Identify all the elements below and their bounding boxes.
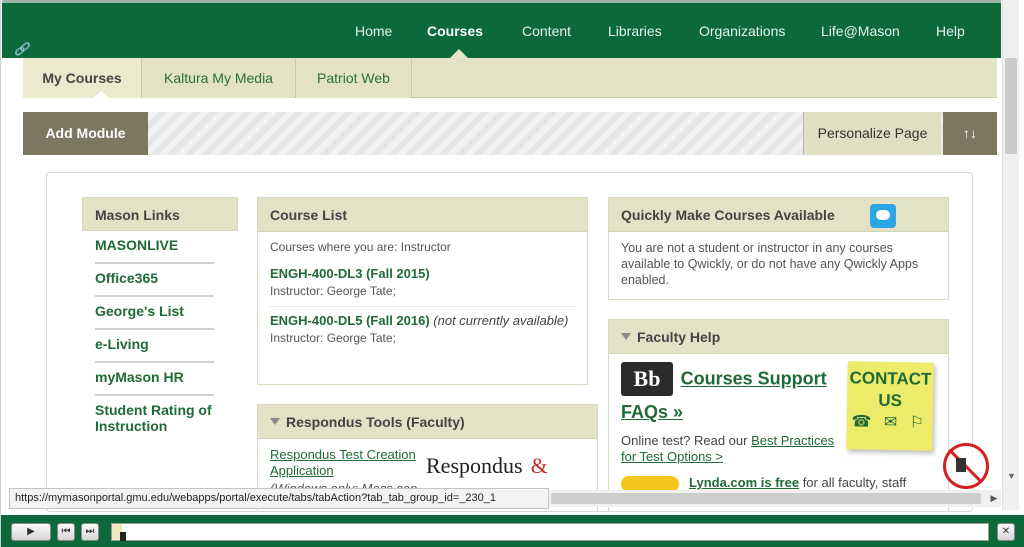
mute-icon[interactable]	[943, 443, 989, 489]
link-e-living[interactable]: e-Living	[95, 330, 214, 363]
previous-button[interactable]: ⏮	[57, 523, 75, 541]
course-list-body: Courses where you are: Instructor ENGH-4…	[258, 232, 587, 353]
instructor-name: George Tate;	[326, 331, 396, 345]
active-tab-caret	[93, 91, 109, 98]
respondus-link-wrap: Respondus Test Creation Application	[270, 447, 420, 479]
tab-label: My Courses	[42, 70, 122, 86]
nav-libraries[interactable]: Libraries	[608, 23, 662, 39]
horizontal-scrollbar[interactable]: ▶	[549, 490, 1001, 507]
link-student-rating[interactable]: Student Rating of Instruction	[95, 396, 214, 443]
course-instructor: Instructor: George Tate;	[270, 284, 575, 298]
module-title: Mason Links	[82, 197, 238, 231]
scroll-right-icon[interactable]: ▶	[987, 490, 1001, 507]
browser-frame: 🔗 Home Courses Content Libraries Organiz…	[0, 0, 1024, 547]
nav-organizations[interactable]: Organizations	[699, 23, 785, 39]
link-masonlive[interactable]: MASONLIVE	[95, 231, 214, 264]
tab-patriot-web[interactable]: Patriot Web	[296, 58, 412, 98]
nav-content[interactable]: Content	[522, 23, 571, 39]
qwickly-message: You are not a student or instructor in a…	[621, 241, 919, 287]
timeline-scrubber[interactable]	[111, 523, 989, 541]
instructor-name: George Tate;	[326, 284, 396, 298]
add-module-button[interactable]: Add Module	[23, 112, 148, 155]
link-office365[interactable]: Office365	[95, 264, 214, 297]
course-name[interactable]: ENGH-400-DL3 (Fall 2015)	[270, 266, 430, 281]
instructor-label: Instructor:	[270, 284, 324, 298]
contact-line-1: CONTACT	[849, 368, 932, 389]
module-toolbar: Add Module Personalize Page ↑↓	[23, 112, 997, 155]
faculty-help-body: Bb Courses Support FAQs » CONTACT US ☎ ✉…	[609, 354, 948, 500]
respondus-logo-amp: &	[530, 453, 548, 478]
nav-life-at-mason[interactable]: Life@Mason	[821, 23, 900, 39]
module-title: Course List	[258, 198, 587, 232]
tab-my-courses[interactable]: My Courses	[23, 58, 142, 98]
module-title[interactable]: Respondus Tools (Faculty)	[258, 405, 597, 439]
course-list-module: Course List Courses where you are: Instr…	[257, 197, 588, 385]
nav-home[interactable]: Home	[355, 23, 392, 39]
qwickly-module: Quickly Make Courses Available You are n…	[608, 197, 949, 300]
nav-help[interactable]: Help	[936, 23, 965, 39]
status-bar-url: https://mymasonportal.gmu.edu/webapps/po…	[9, 488, 549, 509]
tab-label: Kaltura My Media	[164, 70, 273, 86]
module-title-text: Quickly Make Courses Available	[621, 207, 835, 223]
module-title-text: Respondus Tools (Faculty)	[286, 414, 465, 430]
speaker-icon	[956, 458, 966, 472]
vertical-scrollbar[interactable]: ▼	[1002, 0, 1019, 510]
modules-container: Mason Links MASONLIVE Office365 George's…	[46, 172, 973, 512]
respondus-logo: Respondus &	[426, 453, 548, 479]
courses-support-link[interactable]: Courses Support	[681, 369, 827, 389]
lynda-link[interactable]: Lynda.com is free	[689, 475, 799, 490]
contact-us-note[interactable]: CONTACT US ☎ ✉ ⚐	[846, 361, 934, 451]
link-mymason-hr[interactable]: myMason HR	[95, 363, 214, 396]
lynda-rest: for all faculty, staff	[802, 475, 907, 490]
module-title: Quickly Make Courses Available	[609, 198, 948, 232]
course-availability-note: (not currently available)	[433, 313, 569, 328]
scrollbar-thumb[interactable]	[1005, 58, 1017, 154]
faculty-help-module: Faculty Help Bb Courses Support FAQs » C…	[608, 319, 949, 511]
nav-courses[interactable]: Courses	[427, 23, 483, 39]
next-button[interactable]: ⏭	[81, 523, 99, 541]
close-button[interactable]: ✕	[997, 523, 1015, 541]
blackboard-logo: Bb	[621, 362, 673, 396]
divider	[270, 306, 575, 307]
contact-icons: ☎ ✉ ⚐	[851, 413, 929, 432]
course-name[interactable]: ENGH-400-DL5 (Fall 2016)	[270, 313, 430, 328]
module-title[interactable]: Faculty Help	[609, 320, 948, 354]
respondus-test-creation-link[interactable]: Respondus Test Creation Application	[270, 447, 416, 478]
module-title-text: Faculty Help	[637, 329, 721, 345]
respondus-logo-text: Respondus	[426, 453, 523, 478]
course-link[interactable]: ENGH-400-DL3 (Fall 2015)	[270, 266, 575, 281]
mason-links-list: MASONLIVE Office365 George's List e-Livi…	[82, 231, 238, 443]
chat-icon[interactable]	[870, 204, 896, 228]
pin-icon[interactable]: 🔗	[14, 42, 29, 56]
instructor-label: Instructor:	[270, 331, 324, 345]
top-navigation: 🔗 Home Courses Content Libraries Organiz…	[2, 0, 1001, 60]
scrollbar-thumb[interactable]	[551, 493, 981, 504]
scroll-down-icon[interactable]: ▼	[1003, 468, 1020, 485]
link-georges-list[interactable]: George's List	[95, 297, 214, 330]
timeline-playhead[interactable]	[120, 532, 126, 541]
collapse-triangle-icon[interactable]	[621, 332, 631, 340]
course-instructor: Instructor: George Tate;	[270, 331, 575, 345]
test-prefix: Online test? Read our	[621, 433, 748, 448]
course-list-intro: Courses where you are: Instructor	[270, 240, 451, 254]
play-button[interactable]: ▶	[11, 523, 51, 541]
sub-tabs: My Courses Kaltura My Media Patriot Web	[23, 58, 997, 98]
collapse-triangle-icon[interactable]	[270, 417, 280, 425]
contact-line-2: US	[878, 390, 903, 411]
personalize-page-button[interactable]: Personalize Page	[803, 112, 941, 155]
media-player-bar: ▶ ⏮ ⏭ ✕	[1, 515, 1024, 547]
course-link[interactable]: ENGH-400-DL5 (Fall 2016) (not currently …	[270, 313, 575, 328]
test-options-text: Online test? Read our Best Practices for…	[621, 433, 841, 465]
tab-kaltura-my-media[interactable]: Kaltura My Media	[142, 58, 296, 98]
reorder-icon[interactable]: ↑↓	[943, 112, 997, 155]
mason-links-module: Mason Links MASONLIVE Office365 George's…	[82, 197, 238, 511]
tab-label: Patriot Web	[317, 70, 390, 86]
